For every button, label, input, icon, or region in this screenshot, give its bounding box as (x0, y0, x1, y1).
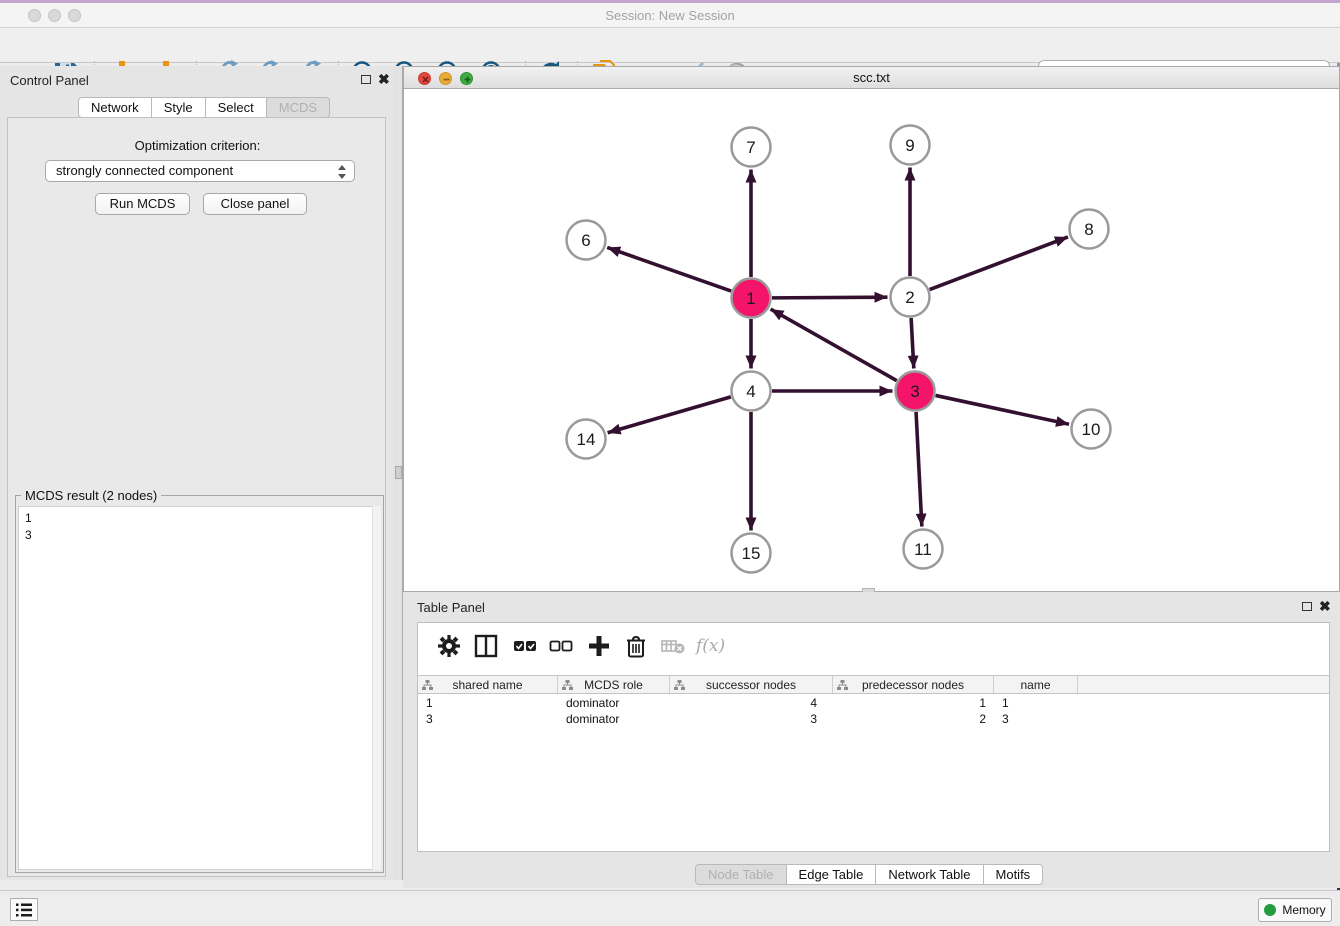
control-panel-float-button[interactable] (361, 75, 371, 84)
graph-edge-3-10[interactable] (936, 395, 1069, 424)
graph-node-label: 6 (581, 231, 590, 250)
graph-node-label: 11 (914, 540, 932, 559)
trash-icon[interactable] (623, 633, 649, 659)
column-header-shared-name[interactable]: shared name (418, 676, 558, 693)
deselect-all-icon[interactable] (548, 633, 574, 659)
function-icon: f(x) (696, 633, 736, 659)
delete-table-icon (660, 633, 686, 659)
control-panel-tabs: Network Style Select MCDS (78, 97, 330, 118)
graph-edge-1-6[interactable] (607, 247, 731, 291)
mcds-result-scrollbar[interactable] (372, 506, 381, 870)
control-panel-title: Control Panel (10, 73, 89, 88)
node-table-area: f(x) shared name MCDS role successor nod… (417, 622, 1330, 852)
window-minimize-button[interactable] (48, 9, 61, 22)
columns-icon[interactable] (473, 633, 499, 659)
cell-predecessor-nodes: 2 (833, 711, 994, 728)
cell-shared-name: 3 (418, 711, 558, 728)
graph-edge-4-14[interactable] (608, 397, 731, 433)
graph-edge-3-11[interactable] (916, 412, 922, 527)
memory-status-icon (1264, 904, 1276, 916)
control-panel-close-button[interactable]: ✖ (378, 74, 390, 84)
optimization-criterion-label: Optimization criterion: (8, 138, 387, 153)
cell-name: 1 (994, 695, 1078, 712)
tab-network-table[interactable]: Network Table (876, 864, 983, 885)
column-header-successor-nodes[interactable]: successor nodes (670, 676, 833, 693)
graph-node-label: 2 (905, 288, 914, 307)
graph-node-label: 14 (577, 430, 596, 449)
network-view-window: scc.txt 7 9 6 8 1 2 4 3 14 10 15 11 (403, 66, 1340, 592)
window-zoom-button[interactable] (68, 9, 81, 22)
table-header-row: shared name MCDS role successor nodes pr… (418, 675, 1329, 694)
memory-button-label: Memory (1282, 903, 1325, 917)
status-bar: Memory (0, 890, 1340, 926)
app-title: Session: New Session (0, 3, 1340, 28)
graph-node-label: 1 (746, 289, 755, 308)
cell-mcds-role: dominator (558, 711, 670, 728)
column-header-predecessor-nodes[interactable]: predecessor nodes (833, 676, 994, 693)
graph-node-label: 9 (905, 136, 914, 155)
cell-successor-nodes: 3 (670, 711, 833, 728)
table-tabs: Node Table Edge Table Network Table Moti… (695, 864, 1043, 885)
graph-node-label: 4 (746, 382, 755, 401)
optimization-criterion-select[interactable]: strongly connected component (45, 160, 355, 182)
tab-node-table[interactable]: Node Table (695, 864, 787, 885)
mcds-result-title: MCDS result (2 nodes) (21, 488, 161, 503)
tab-style[interactable]: Style (152, 97, 206, 118)
table-panel: Table Panel ✖ f(x) shared name MCDS role… (403, 592, 1340, 888)
cell-shared-name: 1 (418, 695, 558, 712)
select-all-icon[interactable] (512, 633, 538, 659)
mcds-result-list[interactable]: 1 3 (18, 506, 381, 870)
graph-node-label: 7 (746, 138, 755, 157)
cell-predecessor-nodes: 1 (833, 695, 994, 712)
add-icon[interactable] (586, 633, 612, 659)
tab-motifs[interactable]: Motifs (984, 864, 1044, 885)
task-history-button[interactable] (10, 898, 38, 921)
graph-node-label: 3 (910, 382, 919, 401)
tab-select[interactable]: Select (206, 97, 267, 118)
table-panel-float-button[interactable] (1302, 602, 1312, 611)
table-row[interactable]: 3 dominator 3 2 3 (418, 711, 1329, 728)
network-minimize-button[interactable] (439, 72, 452, 85)
select-stepper-icon (336, 164, 348, 180)
memory-button[interactable]: Memory (1258, 898, 1332, 922)
graph-edge-2-8[interactable] (930, 237, 1068, 290)
network-window-title: scc.txt (404, 67, 1339, 88)
network-canvas-svg: 7 9 6 8 1 2 4 3 14 10 15 11 (404, 89, 1339, 591)
table-panel-close-button[interactable]: ✖ (1319, 601, 1331, 611)
vertical-splitter-handle[interactable] (395, 466, 402, 479)
table-panel-title: Table Panel (417, 600, 485, 615)
graph-edge-1-2[interactable] (772, 297, 888, 298)
cell-mcds-role: dominator (558, 695, 670, 712)
graph-node-label: 10 (1082, 420, 1101, 439)
table-row[interactable]: 1 dominator 4 1 1 (418, 695, 1329, 712)
column-header-mcds-role[interactable]: MCDS role (558, 676, 670, 693)
optimization-criterion-value: strongly connected component (56, 163, 233, 178)
network-maximize-button[interactable] (460, 72, 473, 85)
gear-icon[interactable] (436, 633, 462, 659)
tab-network[interactable]: Network (78, 97, 152, 118)
close-panel-button[interactable]: Close panel (203, 193, 307, 215)
cell-name: 3 (994, 711, 1078, 728)
window-close-button[interactable] (28, 9, 41, 22)
column-header-name[interactable]: name (994, 676, 1078, 693)
graph-edge-2-3[interactable] (911, 318, 914, 369)
control-panel: Control Panel ✖ Network Style Select MCD… (0, 66, 393, 880)
network-window-titlebar[interactable]: scc.txt (404, 67, 1339, 89)
graph-node-label: 15 (742, 544, 761, 563)
mcds-tab-content: Optimization criterion: strongly connect… (7, 117, 386, 877)
app-titlebar: Session: New Session (0, 3, 1340, 28)
tab-edge-table[interactable]: Edge Table (787, 864, 877, 885)
graph-node-label: 8 (1084, 220, 1093, 239)
cell-successor-nodes: 4 (670, 695, 833, 712)
run-mcds-button[interactable]: Run MCDS (95, 193, 190, 215)
network-canvas[interactable]: 7 9 6 8 1 2 4 3 14 10 15 11 (404, 89, 1339, 591)
tab-mcds[interactable]: MCDS (267, 97, 330, 118)
graph-edge-3-1[interactable] (771, 309, 897, 381)
mcds-result-group: MCDS result (2 nodes) 1 3 (15, 495, 384, 873)
network-close-button[interactable] (418, 72, 431, 85)
list-icon (15, 902, 33, 918)
main-toolbar (0, 28, 1340, 63)
